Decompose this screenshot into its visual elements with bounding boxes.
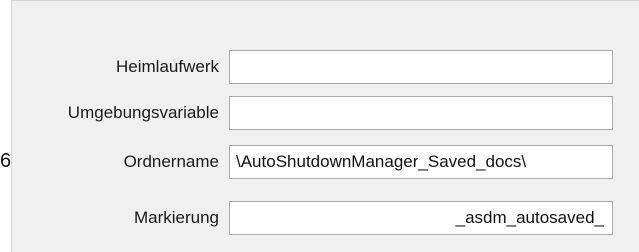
umgebungsvariable-input[interactable] [229, 96, 613, 130]
markierung-label: Markierung [133, 208, 219, 227]
form-row-heimlaufwerk: Heimlaufwerk [0, 50, 639, 84]
ordnername-label: Ordnername [123, 152, 219, 171]
form-row-umgebungsvariable: Umgebungsvariable [0, 96, 639, 130]
heimlaufwerk-label: Heimlaufwerk [116, 57, 219, 76]
umgebungsvariable-label: Umgebungsvariable [67, 103, 219, 122]
form-row-markierung: Markierung _asdm_autosaved_ [0, 201, 639, 235]
form-row-ordnername: Ordnername \AutoShutdownManager_Saved_do… [0, 145, 639, 179]
markierung-value: _asdm_autosaved_ [455, 208, 604, 227]
heimlaufwerk-input[interactable] [229, 50, 613, 84]
ordnername-input[interactable]: \AutoShutdownManager_Saved_docs\ [229, 145, 613, 179]
markierung-input[interactable]: _asdm_autosaved_ [229, 201, 613, 235]
ordnername-value: \AutoShutdownManager_Saved_docs\ [236, 152, 527, 171]
